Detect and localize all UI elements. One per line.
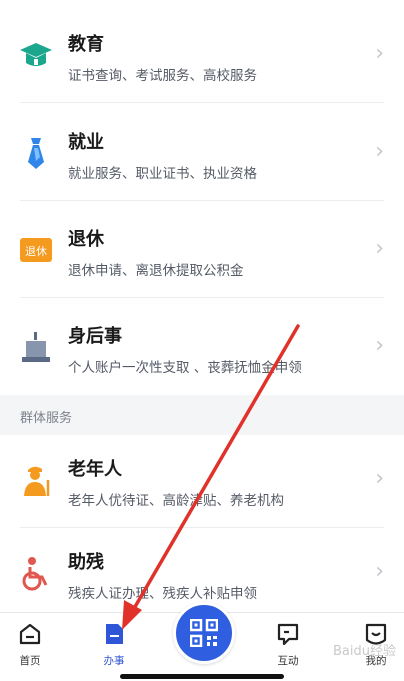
section-title: 群体服务 <box>20 411 73 426</box>
document-icon <box>101 621 127 647</box>
service-subtitle: 个人账户一次性支取 、丧葬抚恤金申领 <box>68 360 302 376</box>
divider <box>20 102 384 103</box>
retire-badge-icon: 退休 <box>18 232 54 268</box>
chevron-right-icon: › <box>375 139 384 164</box>
graduation-cap-icon <box>18 37 54 73</box>
service-subtitle: 退休申请、离退休提取公积金 <box>68 263 244 279</box>
qr-scan-button[interactable] <box>173 602 235 664</box>
divider <box>20 297 384 298</box>
qr-code-icon <box>190 619 218 647</box>
service-item-retirement[interactable]: 退休 退休 退休申请、离退休提取公积金 › <box>0 205 404 298</box>
service-item-disability[interactable]: 助残 残疾人证办理、残疾人补贴申领 › <box>0 528 404 612</box>
group-service-list: 老年人 老年人优待证、高龄津贴、养老机构 › 助残 残疾人证办理、残疾人补贴申领… <box>0 435 404 612</box>
service-title: 退休 <box>68 229 104 250</box>
service-title: 老年人 <box>68 459 122 480</box>
service-subtitle: 证书查询、考试服务、高校服务 <box>68 68 257 84</box>
divider <box>20 200 384 201</box>
tab-label: 互动 <box>277 655 299 667</box>
chevron-right-icon: › <box>375 333 384 358</box>
tab-label: 办事 <box>103 655 125 667</box>
service-item-employment[interactable]: 就业 就业服务、职业证书、执业资格 › <box>0 108 404 201</box>
group-section-header: 群体服务 <box>0 395 404 435</box>
service-title: 教育 <box>68 34 104 55</box>
wheelchair-icon <box>18 555 54 591</box>
memorial-candle-icon <box>18 329 54 365</box>
service-title: 助残 <box>68 552 104 573</box>
home-icon <box>17 621 43 647</box>
tab-interaction[interactable]: 互动 <box>258 621 318 668</box>
tab-label: 首页 <box>19 655 41 667</box>
tab-services[interactable]: 办事 <box>84 621 144 668</box>
service-item-afterlife[interactable]: 身后事 个人账户一次性支取 、丧葬抚恤金申领 › <box>0 302 404 395</box>
chevron-right-icon: › <box>375 559 384 584</box>
elderly-person-icon <box>18 462 54 498</box>
service-title: 身后事 <box>68 326 122 347</box>
retire-badge-text: 退休 <box>25 245 47 258</box>
service-title: 就业 <box>68 132 104 153</box>
chat-icon <box>275 621 301 647</box>
top-strip <box>0 0 404 10</box>
home-indicator <box>120 674 284 679</box>
watermark: Baidu经验 <box>333 644 396 659</box>
service-subtitle: 老年人优待证、高龄津贴、养老机构 <box>68 493 284 509</box>
service-subtitle: 残疾人证办理、残疾人补贴申领 <box>68 586 257 602</box>
tab-home[interactable]: 首页 <box>0 621 60 668</box>
service-item-elderly[interactable]: 老年人 老年人优待证、高龄津贴、养老机构 › <box>0 435 404 528</box>
chevron-right-icon: › <box>375 236 384 261</box>
service-list: 教育 证书查询、考试服务、高校服务 › 就业 就业服务、职业证书、执业资格 › … <box>0 10 404 395</box>
chevron-right-icon: › <box>375 466 384 491</box>
service-subtitle: 就业服务、职业证书、执业资格 <box>68 166 257 182</box>
service-item-education[interactable]: 教育 证书查询、考试服务、高校服务 › <box>0 10 404 103</box>
chevron-right-icon: › <box>375 41 384 66</box>
tie-icon <box>18 135 54 171</box>
